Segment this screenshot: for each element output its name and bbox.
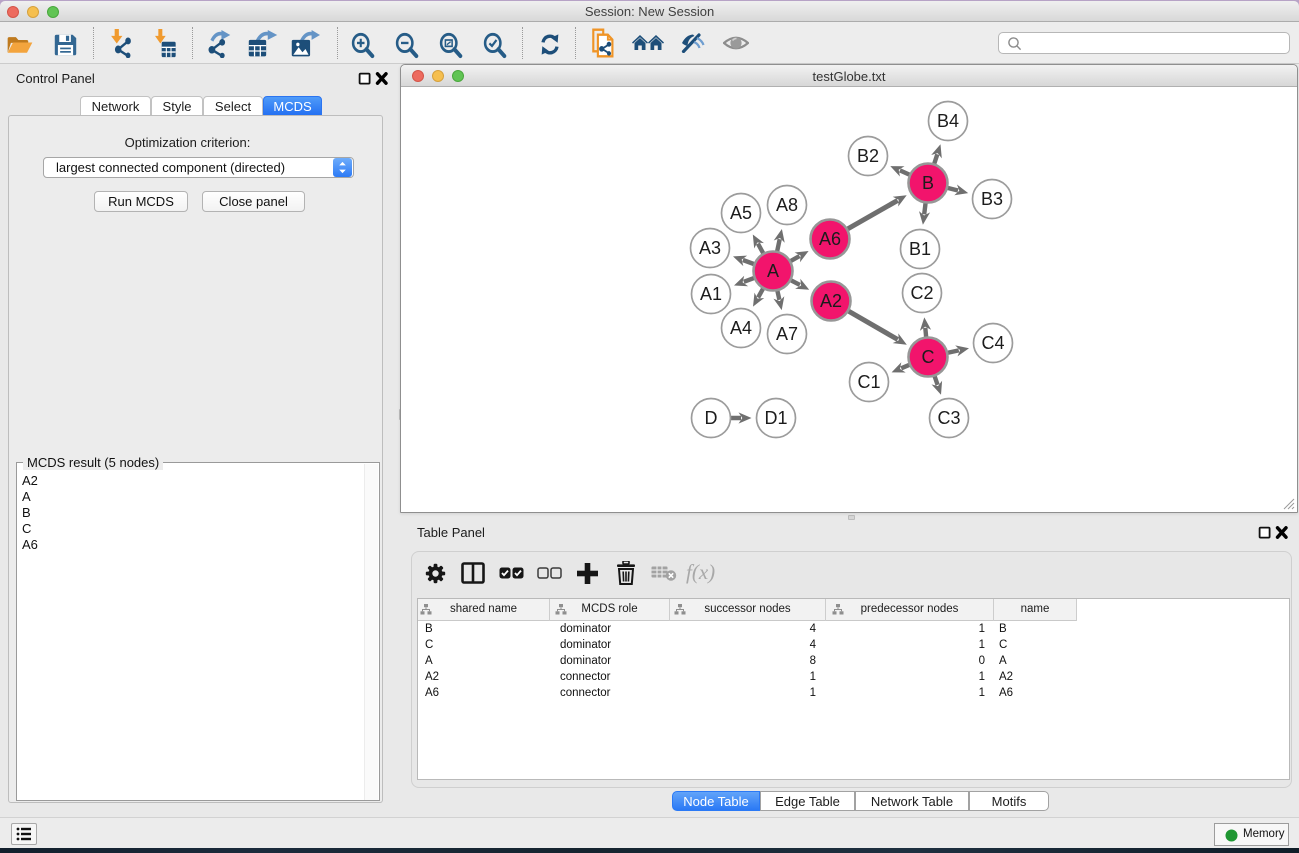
svg-text:C3: C3 (937, 408, 960, 428)
svg-text:A1: A1 (699, 284, 721, 304)
svg-text:A5: A5 (729, 203, 751, 223)
svg-text:A8: A8 (775, 195, 797, 215)
svg-text:A2: A2 (819, 291, 841, 311)
svg-text:B3: B3 (980, 189, 1002, 209)
svg-text:D1: D1 (764, 408, 787, 428)
svg-text:A7: A7 (775, 324, 797, 344)
svg-text:C2: C2 (910, 283, 933, 303)
svg-text:A6: A6 (818, 229, 840, 249)
svg-text:C1: C1 (857, 372, 880, 392)
svg-text:C4: C4 (981, 333, 1004, 353)
svg-text:A4: A4 (729, 318, 751, 338)
svg-text:B4: B4 (936, 111, 958, 131)
svg-text:B2: B2 (856, 146, 878, 166)
svg-text:B: B (921, 173, 933, 193)
svg-text:D: D (704, 408, 717, 428)
svg-text:A3: A3 (698, 238, 720, 258)
svg-text:C: C (921, 347, 934, 367)
svg-text:B1: B1 (908, 239, 930, 259)
svg-text:A: A (766, 261, 778, 281)
